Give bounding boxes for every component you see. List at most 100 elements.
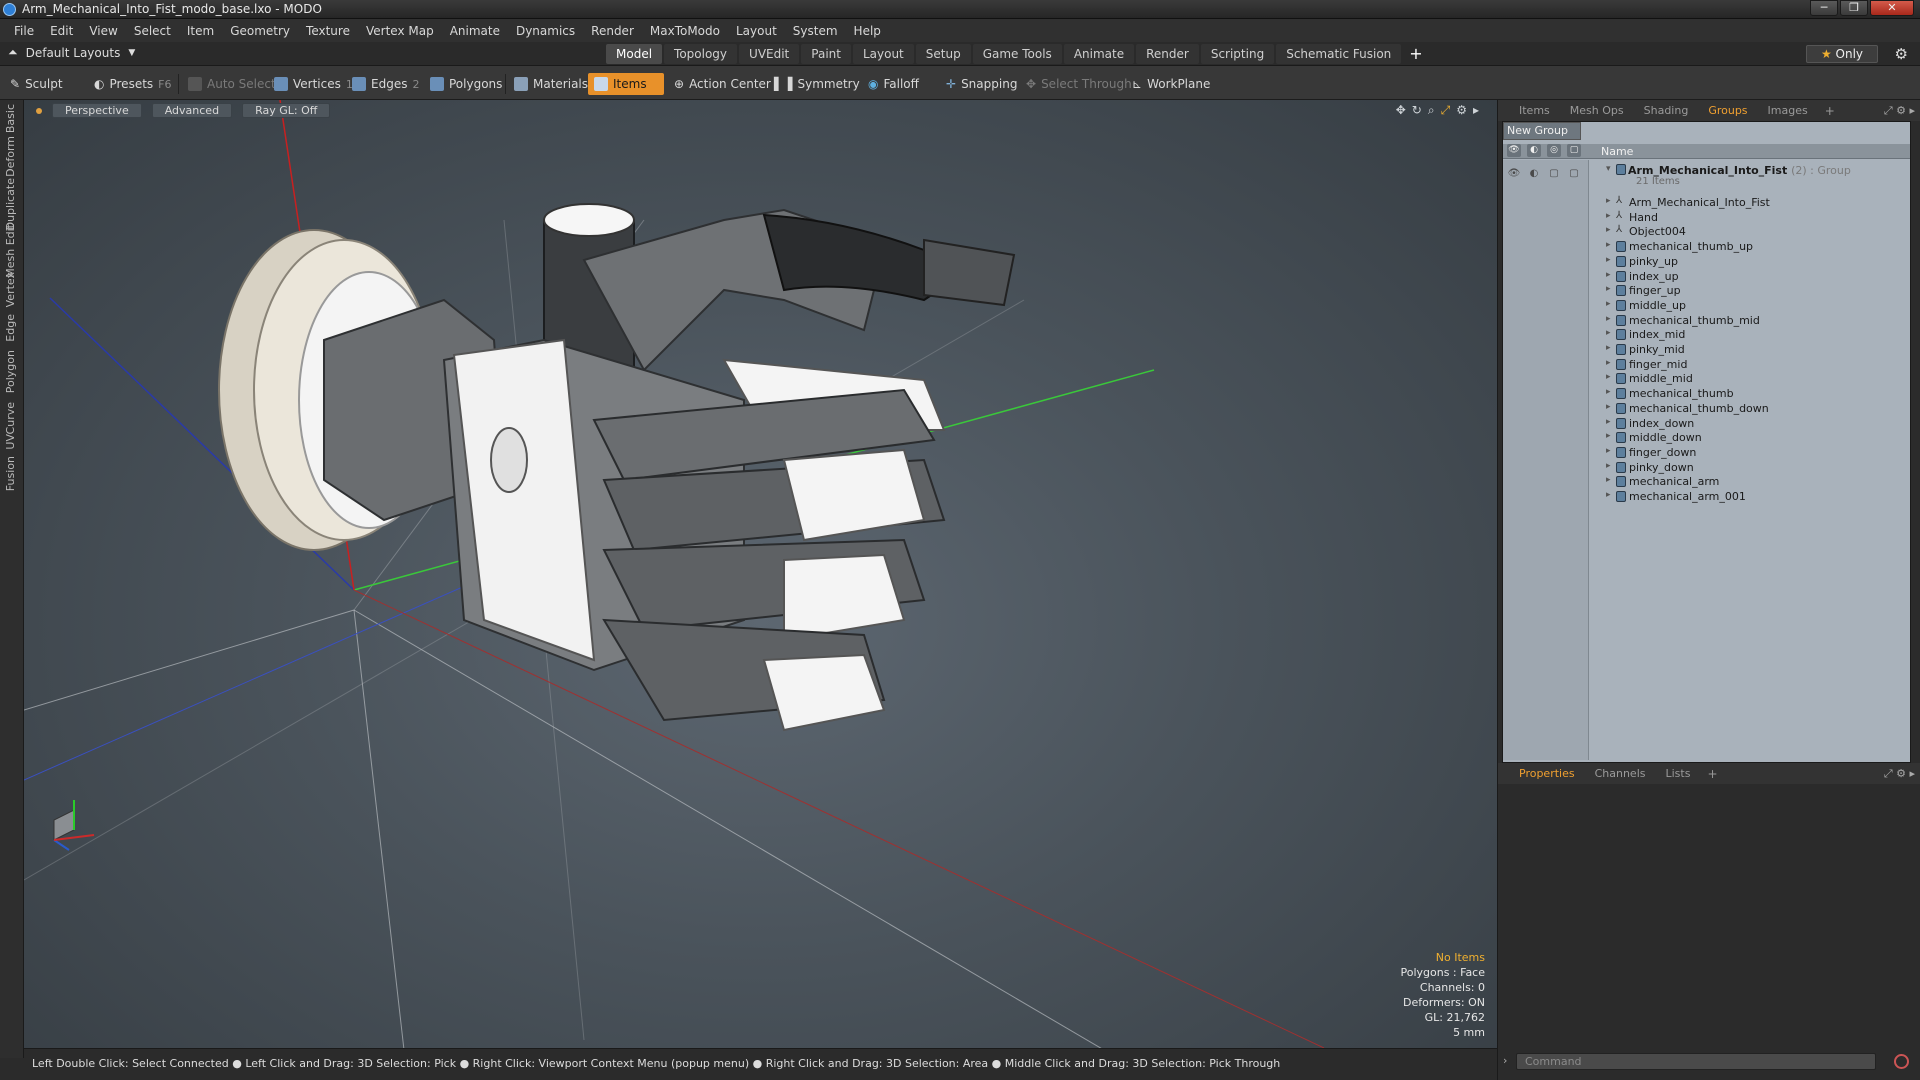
auto-select-button[interactable]: Auto Select xyxy=(182,73,282,95)
select-column-icon[interactable]: ▢ xyxy=(1567,144,1581,157)
expand-icon[interactable]: ▸ xyxy=(1606,196,1611,206)
expand-icon[interactable]: ▸ xyxy=(1606,358,1611,368)
raygl-button[interactable]: Ray GL: Off xyxy=(242,103,331,118)
workplane-button[interactable]: ⊾ WorkPlane xyxy=(1126,73,1216,95)
edges-button[interactable]: Edges 2 xyxy=(346,73,425,95)
mode-tab-render[interactable]: Render xyxy=(1136,44,1199,64)
side-tab-polygon[interactable]: Polygon xyxy=(4,350,20,393)
expand-icon[interactable]: ▸ xyxy=(1606,211,1611,221)
side-tab-deform[interactable]: Deform xyxy=(4,136,20,177)
top-tab-groups[interactable]: Groups xyxy=(1699,100,1756,121)
gear-icon[interactable]: ⚙ xyxy=(1895,45,1908,63)
side-tab-curve[interactable]: Curve xyxy=(4,402,20,434)
close-button[interactable]: ✕ xyxy=(1870,0,1914,16)
side-tab-duplicate[interactable]: Duplicate xyxy=(4,178,20,230)
side-tab-uv[interactable]: UV xyxy=(4,434,20,450)
expand-icon[interactable]: ▸ xyxy=(1606,240,1611,250)
mode-tab-game-tools[interactable]: Game Tools xyxy=(972,44,1062,64)
expand-icon[interactable]: ▸ xyxy=(1606,475,1611,485)
menu-animate[interactable]: Animate xyxy=(442,24,508,38)
expand-icon[interactable]: ▸ xyxy=(1606,417,1611,427)
expand-icon[interactable]: ▸ xyxy=(1606,328,1611,338)
expand-icon[interactable]: ▸ xyxy=(1606,446,1611,456)
viewport-menu-icon[interactable]: ▸ xyxy=(1473,103,1479,118)
mode-tab-model[interactable]: Model xyxy=(606,44,663,64)
expand-icon[interactable]: ▸ xyxy=(1606,490,1611,500)
menu-system[interactable]: System xyxy=(785,24,846,38)
side-tab-fusion[interactable]: Fusion xyxy=(4,456,20,491)
mode-tab-paint[interactable]: Paint xyxy=(801,44,851,64)
command-input[interactable]: Command xyxy=(1516,1053,1876,1070)
maximize-button[interactable]: ❐ xyxy=(1840,0,1868,16)
add-tab-icon[interactable]: + xyxy=(1403,44,1428,64)
falloff-button[interactable]: ◉ Falloff xyxy=(862,73,925,95)
mode-tab-animate[interactable]: Animate xyxy=(1063,44,1135,64)
mode-tab-setup[interactable]: Setup xyxy=(915,44,971,64)
side-tab-basic[interactable]: Basic xyxy=(4,104,20,133)
expand-icon[interactable]: ▸ xyxy=(1606,314,1611,324)
top-panel-options-icon[interactable]: ⤢ ⚙ ▸ xyxy=(1884,104,1915,118)
side-tab-mesh-edit[interactable]: Mesh Edit xyxy=(4,224,20,278)
3d-viewport[interactable]: Perspective Advanced Ray GL: Off ✥ ↻ ⌕ ⤢… xyxy=(24,100,1497,1048)
viewport-settings-icon[interactable]: ⚙ xyxy=(1456,103,1467,118)
lock-icon[interactable]: ◐ xyxy=(1527,168,1541,180)
expand-icon[interactable]: ▸ xyxy=(1606,387,1611,397)
mode-tab-uvedit[interactable]: UVEdit xyxy=(739,44,800,64)
symmetry-button[interactable]: ▌▐ Symmetry xyxy=(768,73,866,95)
tree-item[interactable]: ▸ mechanical_arm_001 xyxy=(1503,488,1910,506)
mode-tab-layout[interactable]: Layout xyxy=(852,44,914,64)
presets-button[interactable]: ◐ Presets F6 xyxy=(88,73,177,95)
zoom-icon[interactable]: ⌕ xyxy=(1428,103,1435,118)
expand-icon[interactable]: ▸ xyxy=(1606,402,1611,412)
menu-edit[interactable]: Edit xyxy=(42,24,81,38)
minimize-button[interactable]: ─ xyxy=(1810,0,1838,16)
fit-icon[interactable]: ⤢ xyxy=(1441,103,1451,118)
action-center-button[interactable]: ⊕ Action Center xyxy=(668,73,777,95)
expand-icon[interactable]: ▸ xyxy=(1606,431,1611,441)
side-tab-vertex[interactable]: Vertex xyxy=(4,272,20,307)
command-stop-icon[interactable] xyxy=(1894,1054,1909,1069)
menu-vertex-map[interactable]: Vertex Map xyxy=(358,24,442,38)
expand-icon[interactable]: ▸ xyxy=(1606,372,1611,382)
menu-maxtomodo[interactable]: MaxToModo xyxy=(642,24,728,38)
mode-tab-scripting[interactable]: Scripting xyxy=(1200,44,1275,64)
menu-render[interactable]: Render xyxy=(583,24,642,38)
name-column-header[interactable]: Name xyxy=(1601,145,1633,158)
only-button[interactable]: ★ Only xyxy=(1806,45,1878,63)
menu-layout[interactable]: Layout xyxy=(728,24,785,38)
menu-file[interactable]: File xyxy=(6,24,42,38)
menu-texture[interactable]: Texture xyxy=(298,24,358,38)
items-button[interactable]: Items xyxy=(588,73,664,95)
materials-button[interactable]: Materials xyxy=(508,73,594,95)
mode-tab-schematic-fusion[interactable]: Schematic Fusion xyxy=(1276,44,1402,64)
menu-select[interactable]: Select xyxy=(126,24,179,38)
expand-icon[interactable]: ▸ xyxy=(1606,299,1611,309)
sculpt-button[interactable]: ✎ Sculpt xyxy=(4,73,69,95)
visibility-column-icon[interactable]: 👁 xyxy=(1507,144,1521,157)
menu-dynamics[interactable]: Dynamics xyxy=(508,24,583,38)
new-group-button[interactable]: New Group xyxy=(1503,122,1581,140)
expand-icon[interactable]: ▸ xyxy=(1606,284,1611,294)
shading-mode-button[interactable]: Advanced xyxy=(151,103,233,118)
menu-view[interactable]: View xyxy=(81,24,125,38)
top-tab-images[interactable]: Images xyxy=(1759,100,1817,121)
expand-icon[interactable]: ▸ xyxy=(1606,255,1611,265)
layout-dropdown[interactable]: ⏶ Default Layouts ▼ xyxy=(8,45,135,60)
expand-icon[interactable]: ▸ xyxy=(1606,225,1611,235)
group-row[interactable]: 👁 ◐ ▢ ▢ ▾ Arm_Mechanical_Into_Fist (2) : Gr… xyxy=(1503,162,1910,192)
snapping-button[interactable]: ✛ Snapping xyxy=(940,73,1023,95)
menu-help[interactable]: Help xyxy=(846,24,889,38)
top-tab-mesh-ops[interactable]: Mesh Ops xyxy=(1561,100,1633,121)
menu-geometry[interactable]: Geometry xyxy=(222,24,298,38)
expand-icon[interactable]: ▸ xyxy=(1606,270,1611,280)
top-tab-items[interactable]: Items xyxy=(1510,100,1559,121)
top-tab-shading[interactable]: Shading xyxy=(1635,100,1698,121)
side-tab-edge[interactable]: Edge xyxy=(4,314,20,342)
expand-icon[interactable]: ▸ xyxy=(1606,461,1611,471)
mode-tab-topology[interactable]: Topology xyxy=(664,44,738,64)
polygons-button[interactable]: Polygons xyxy=(424,73,508,95)
eye-icon[interactable]: 👁 xyxy=(1507,168,1521,180)
top-add-tab-icon[interactable]: + xyxy=(1819,104,1841,118)
rotate-icon[interactable]: ↻ xyxy=(1412,103,1422,118)
lock-column-icon[interactable]: ◐ xyxy=(1527,144,1541,157)
